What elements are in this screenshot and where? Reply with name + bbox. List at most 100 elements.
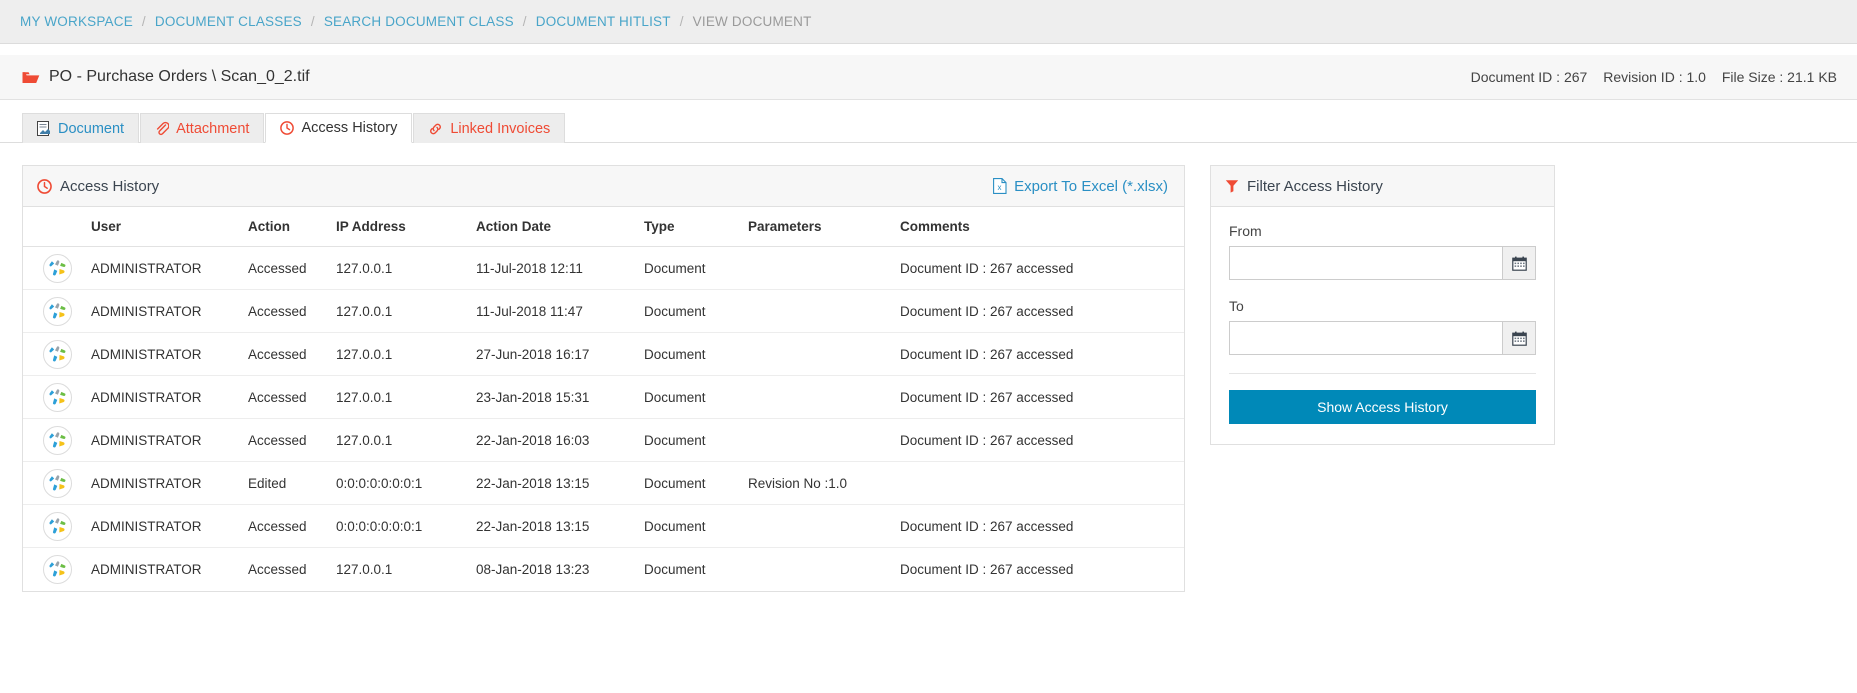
cell-comments: Document ID : 267 accessed xyxy=(900,375,1184,419)
cell-action-date: 11-Jul-2018 12:11 xyxy=(476,246,644,290)
cell-action-date: 22-Jan-2018 13:15 xyxy=(476,504,644,548)
cell-comments: Document ID : 267 accessed xyxy=(900,246,1184,290)
tab-document-label: Document xyxy=(58,120,125,137)
cell-ip-address: 127.0.0.1 xyxy=(336,418,476,462)
table-row[interactable]: ADMINISTRATOR Accessed 127.0.0.1 22-Jan-201… xyxy=(23,418,1184,462)
export-to-excel-link[interactable]: x Export To Excel (*.xlsx) xyxy=(993,178,1168,195)
cell-avatar xyxy=(23,246,91,290)
cell-avatar xyxy=(23,418,91,462)
from-date-group xyxy=(1229,246,1536,280)
cell-user: ADMINISTRATOR xyxy=(91,461,248,505)
cell-parameters xyxy=(748,504,900,548)
breadcrumb-item-search-document-class[interactable]: SEARCH DOCUMENT CLASS xyxy=(324,14,514,29)
clock-icon xyxy=(37,178,52,194)
tab-access-history[interactable]: Access History xyxy=(265,113,413,143)
cell-user: ADMINISTRATOR xyxy=(91,332,248,376)
cell-ip-address: 0:0:0:0:0:0:0:1 xyxy=(336,504,476,548)
table-row[interactable]: ADMINISTRATOR Accessed 127.0.0.1 23-Jan-201… xyxy=(23,375,1184,419)
breadcrumb: MY WORKSPACE / DOCUMENT CLASSES / SEARCH… xyxy=(0,0,1857,44)
cell-parameters xyxy=(748,375,900,419)
cell-parameters xyxy=(748,289,900,333)
cell-action-date: 08-Jan-2018 13:23 xyxy=(476,561,590,577)
breadcrumb-item-my-workspace[interactable]: MY WORKSPACE xyxy=(20,14,133,29)
cell-action: Accessed xyxy=(248,332,336,376)
cell-parameters xyxy=(748,246,900,290)
document-header: PO - Purchase Orders \ Scan_0_2.tif Docu… xyxy=(0,55,1857,100)
access-history-panel: Access History x Export To Excel (*.xlsx… xyxy=(22,165,1185,592)
to-date-group xyxy=(1229,321,1536,355)
cell-comments: Document ID : 267 accessed xyxy=(900,332,1184,376)
paperclip-icon xyxy=(155,121,170,136)
user-avatar-icon xyxy=(43,425,72,455)
cell-user: ADMINISTRATOR xyxy=(91,375,248,419)
cell-avatar xyxy=(23,375,91,419)
cell-avatar xyxy=(23,289,91,333)
cell-action-date: 11-Jul-2018 11:47 xyxy=(476,289,644,333)
cell-action: Accessed xyxy=(248,561,307,577)
document-meta: Document ID : 267 Revision ID : 1.0 File… xyxy=(1459,69,1837,85)
show-access-history-button[interactable]: Show Access History xyxy=(1229,390,1536,424)
cell-comments: Document ID : 267 accessed xyxy=(900,418,1184,462)
cell-ip-address: 127.0.0.1 xyxy=(336,246,476,290)
cell-type: Document xyxy=(644,461,748,505)
cell-action-date: 27-Jun-2018 16:17 xyxy=(476,332,644,376)
export-to-excel-label: Export To Excel (*.xlsx) xyxy=(1014,177,1168,195)
to-calendar-button[interactable] xyxy=(1502,321,1536,355)
breadcrumb-item-document-hitlist[interactable]: DOCUMENT HITLIST xyxy=(536,14,671,29)
cell-parameters xyxy=(748,332,900,376)
cell-type: Document xyxy=(644,418,748,462)
cell-ip-address: 127.0.0.1 xyxy=(336,332,476,376)
filter-panel-title: Filter Access History xyxy=(1247,177,1383,195)
table-row[interactable]: ADMINISTRATOR Accessed 127.0.0.1 27-Jun-201… xyxy=(23,332,1184,376)
breadcrumb-separator: / xyxy=(522,14,527,29)
breadcrumb-separator: / xyxy=(141,14,146,29)
file-size-label: File Size : 21.1 KB xyxy=(1721,69,1837,85)
cell-comments: Document ID : 267 accessed xyxy=(900,504,1184,548)
to-date-input[interactable] xyxy=(1229,321,1502,355)
cell-parameters: Revision No :1.0 xyxy=(748,461,900,505)
access-history-table-head: User Action IP Address Action Date Type … xyxy=(23,207,1184,247)
cell-action-date: 22-Jan-2018 16:03 xyxy=(476,418,644,462)
col-header-parameters: Parameters xyxy=(748,207,900,247)
cell-type: Document xyxy=(644,332,748,376)
cell-comments: Document ID : 267 accessed xyxy=(900,561,1074,577)
cell-user: ADMINISTRATOR xyxy=(91,504,248,548)
cell-user: ADMINISTRATOR xyxy=(91,418,248,462)
table-row[interactable]: ADMINISTRATOR Accessed 127.0.0.1 11-Jul-201… xyxy=(23,246,1184,290)
access-history-panel-title: Access History xyxy=(60,177,160,195)
tab-document[interactable]: Document xyxy=(22,113,140,143)
cell-ip-address: 127.0.0.1 xyxy=(336,561,393,577)
revision-id-label: Revision ID : 1.0 xyxy=(1603,69,1706,85)
cell-action: Edited xyxy=(248,461,336,505)
tab-attachment[interactable]: Attachment xyxy=(140,113,265,143)
user-avatar-icon xyxy=(43,554,72,584)
tab-linked-invoices[interactable]: Linked Invoices xyxy=(413,113,566,143)
cell-ip-address: 127.0.0.1 xyxy=(336,289,476,333)
breadcrumb-item-document-classes[interactable]: DOCUMENT CLASSES xyxy=(155,14,302,29)
from-label: From xyxy=(1229,223,1262,239)
cell-type: Document xyxy=(644,246,748,290)
access-history-title-group: Access History xyxy=(37,178,159,195)
col-header-ip-address: IP Address xyxy=(336,207,476,247)
filter-panel-header: Filter Access History xyxy=(1211,166,1554,207)
col-header-type: Type xyxy=(644,207,748,247)
cell-user: ADMINISTRATOR xyxy=(91,246,248,290)
cell-comments: Document ID : 267 accessed xyxy=(900,289,1184,333)
access-history-panel-header: Access History x Export To Excel (*.xlsx… xyxy=(23,166,1184,207)
breadcrumb-separator: / xyxy=(679,14,684,29)
cell-ip-address: 127.0.0.1 xyxy=(336,375,476,419)
table-row[interactable]: ADMINISTRATOR Accessed 127.0.0.1 11-Jul-201… xyxy=(23,289,1184,333)
from-calendar-button[interactable] xyxy=(1502,246,1536,280)
table-row[interactable]: ADMINISTRATOR Edited 0:0:0:0:0:0:0:1 22-Jan… xyxy=(23,461,1184,505)
document-title-group: PO - Purchase Orders \ Scan_0_2.tif xyxy=(22,68,310,86)
cell-type: Document xyxy=(644,504,748,548)
cell-avatar xyxy=(23,332,91,376)
folder-open-icon xyxy=(22,70,40,85)
table-row[interactable]: ADMINISTRATOR Accessed 0:0:0:0:0:0:0:1 22-J… xyxy=(23,504,1184,548)
from-date-input[interactable] xyxy=(1229,246,1502,280)
user-avatar-icon xyxy=(43,296,72,326)
table-row[interactable]: ADMINISTRATOR Accessed 127.0.0.1 08-Jan-201… xyxy=(23,548,1184,591)
cell-action-date: 22-Jan-2018 13:15 xyxy=(476,461,644,505)
user-avatar-icon xyxy=(43,511,72,541)
breadcrumb-separator: / xyxy=(310,14,315,29)
